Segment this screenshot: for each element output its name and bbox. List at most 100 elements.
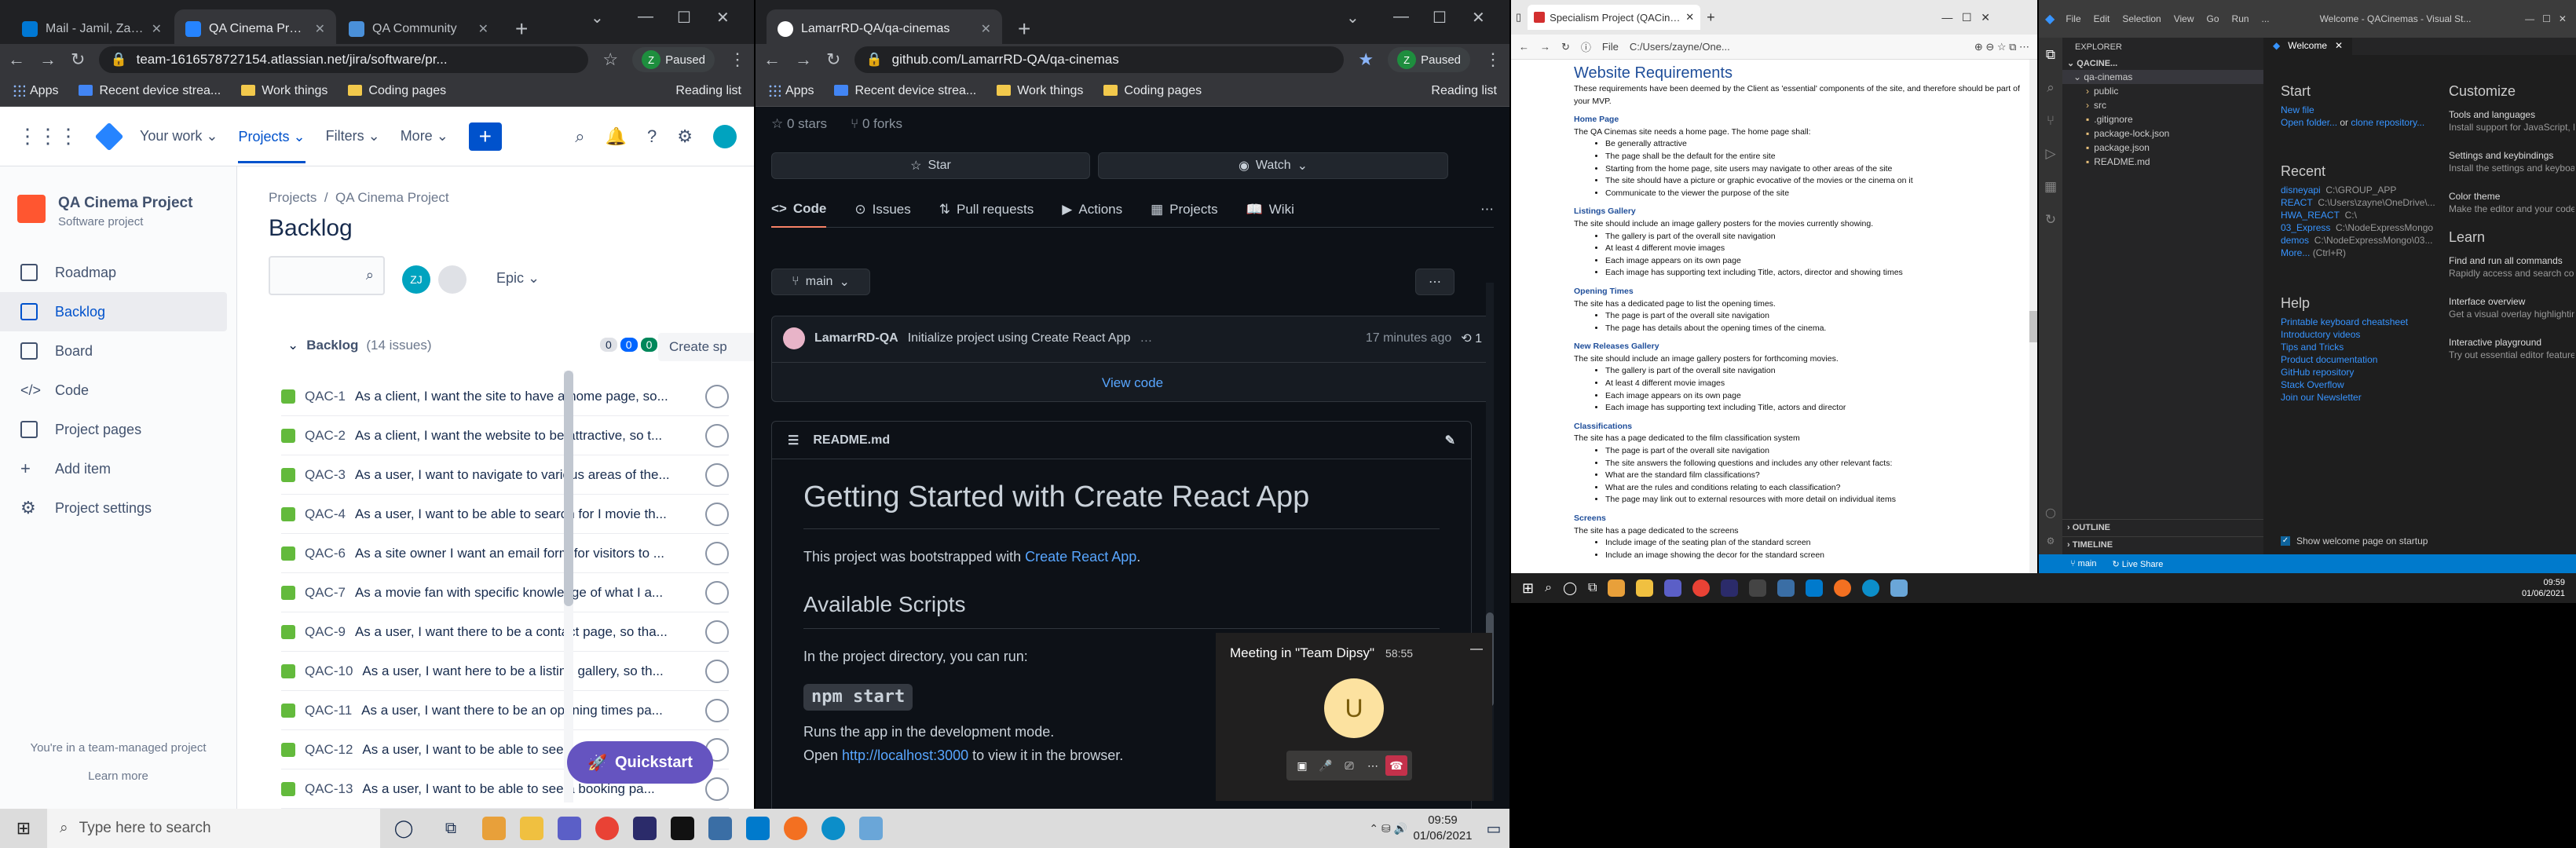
tab-github[interactable]: LamarrRD-QA/qa-cinemas ✕ xyxy=(767,9,1002,49)
filters-menu[interactable]: Filters ⌄ xyxy=(326,128,380,144)
edge-icon[interactable] xyxy=(1862,579,1880,597)
list-item[interactable]: HWA_REACT C:\ xyxy=(2281,209,2438,221)
table-row[interactable]: QAC-6 As a site owner I want an email for… xyxy=(281,534,729,573)
bookmark-recent[interactable]: Recent device strea... xyxy=(834,84,976,98)
table-row[interactable]: QAC-3 As a user, I want to navigate to va… xyxy=(281,455,729,495)
menu-item[interactable]: File xyxy=(2066,13,2080,24)
help-link[interactable]: Printable keyboard cheatsheet xyxy=(2281,316,2438,328)
scrollbar[interactable] xyxy=(564,371,573,802)
table-row[interactable]: QAC-4 As a user, I want to be able to sea… xyxy=(281,495,729,534)
app-switcher-icon[interactable]: ⋮⋮⋮ xyxy=(17,124,79,148)
file-explorer-icon[interactable] xyxy=(1636,579,1654,597)
url-field[interactable]: 🔒 team-1616578727154.atlassian.net/jira/s… xyxy=(99,46,589,73)
workspace-root[interactable]: ⌄ QACINE... xyxy=(2062,57,2263,70)
forks-link[interactable]: ⑂ 0 forks xyxy=(851,116,902,132)
watch-button[interactable]: ◉ Watch ⌄ xyxy=(1098,152,1448,179)
walkthrough-item[interactable]: Interface overview Get a visual overlay h… xyxy=(2449,295,2574,320)
assignee-avatar[interactable] xyxy=(705,698,729,722)
assignee-avatar[interactable] xyxy=(705,580,729,605)
task-view-icon[interactable]: ⧉ xyxy=(427,820,474,838)
tab-code[interactable]: <> Code xyxy=(771,192,827,228)
list-item[interactable]: › public xyxy=(2062,84,2263,98)
scrollbar[interactable] xyxy=(2029,60,2037,573)
postman-icon[interactable] xyxy=(1834,579,1852,597)
list-icon[interactable]: ☰ xyxy=(788,433,799,448)
list-item[interactable]: ▪ .gitignore xyxy=(2062,112,2263,126)
teams-icon[interactable] xyxy=(558,817,581,840)
tab-issues[interactable]: ⊙ Issues xyxy=(854,202,910,217)
tab-search-icon[interactable]: ⌄ xyxy=(1346,8,1359,27)
explorer-icon[interactable]: ⧉ xyxy=(2046,47,2055,63)
close-window-button[interactable]: ✕ xyxy=(1472,8,1485,27)
help-link[interactable]: Product documentation xyxy=(2281,353,2438,366)
source-control-icon[interactable]: ⑂ xyxy=(2047,113,2055,129)
sidebar-item-project-settings[interactable]: ⚙ Project settings xyxy=(0,488,236,528)
bookmark-apps[interactable]: Apps xyxy=(768,84,814,98)
obs-icon[interactable] xyxy=(1721,579,1739,597)
app-icon[interactable] xyxy=(1608,579,1626,597)
backlog-section-header[interactable]: ⌄ Backlog (14 issues) xyxy=(287,338,432,353)
account-icon[interactable]: ◯ xyxy=(2045,507,2055,518)
system-tray-icons[interactable]: ⌃ ⛁ 🔊 xyxy=(1369,822,1407,835)
table-row[interactable]: QAC-10 As a user, I want here to be a lis… xyxy=(281,652,729,691)
app-icon[interactable] xyxy=(1890,579,1908,597)
assignee-avatar[interactable] xyxy=(705,502,729,526)
new-tab-button[interactable]: + xyxy=(501,9,542,49)
search-icon[interactable]: ⌕ xyxy=(1545,581,1552,595)
bookmark-coding-pages[interactable]: Coding pages xyxy=(1103,84,1202,98)
live-share-icon[interactable]: ↻ xyxy=(2045,212,2056,228)
list-item[interactable]: demos C:\NodeExpressMongo\03... xyxy=(2281,234,2438,247)
assignee-avatar[interactable] xyxy=(705,423,729,448)
forward-icon[interactable]: → xyxy=(39,49,57,70)
edge-icon[interactable] xyxy=(821,817,845,840)
table-row[interactable]: QAC-7 As a movie fan with specific knowle… xyxy=(281,573,729,612)
bookmark-work-things[interactable]: Work things xyxy=(241,84,327,98)
help-link[interactable]: Introductory videos xyxy=(2281,328,2438,341)
profile-button[interactable]: Z Paused xyxy=(632,47,715,72)
back-icon[interactable]: ← xyxy=(8,49,25,70)
more-icon[interactable]: ⋯ xyxy=(1480,202,1494,217)
reload-icon[interactable]: ↻ xyxy=(826,49,840,70)
new-tab-button[interactable]: + xyxy=(1707,9,1715,26)
list-item[interactable]: REACT C:\Users\zayne\OneDrive\... xyxy=(2281,196,2438,209)
backlog-search-input[interactable]: ⌕ xyxy=(269,256,385,295)
history-icon[interactable]: ⟲ 1 xyxy=(1461,331,1482,346)
assignee-avatar[interactable] xyxy=(705,462,729,487)
your-work-menu[interactable]: Your work ⌄ xyxy=(140,128,218,144)
reload-icon[interactable]: ↻ xyxy=(71,49,85,70)
sidebar-item-add-item[interactable]: + Add item xyxy=(0,449,236,488)
camera-off-icon[interactable]: ▣ xyxy=(1291,755,1313,776)
menu-icon[interactable]: ⋮ xyxy=(1484,49,1502,70)
menu-item[interactable]: ... xyxy=(2262,13,2270,24)
taskbar-search[interactable]: ⌕ Type here to search xyxy=(47,809,380,848)
menu-item[interactable]: Edit xyxy=(2094,13,2110,24)
maximize-button[interactable]: ☐ xyxy=(1433,8,1447,27)
minimize-button[interactable]: — xyxy=(1470,642,1483,656)
avatar[interactable] xyxy=(713,124,737,148)
help-link[interactable]: GitHub repository xyxy=(2281,366,2438,378)
assignee-avatar[interactable] xyxy=(705,620,729,644)
branch-selector[interactable]: ⑂ main ⌄ xyxy=(771,269,870,295)
reload-icon[interactable]: ↻ xyxy=(1561,41,1570,53)
maximize-button[interactable]: ☐ xyxy=(677,8,691,27)
tab-search-icon[interactable]: ⌄ xyxy=(591,8,604,27)
quickstart-button[interactable]: 🚀 Quickstart xyxy=(567,741,713,784)
table-row[interactable]: QAC-2 As a client, I want the website to … xyxy=(281,416,729,455)
sidebar-icon[interactable]: ▯ xyxy=(1516,11,1521,24)
menu-item[interactable]: Run xyxy=(2232,13,2249,24)
live-share-status[interactable]: ↻ Live Share xyxy=(2113,559,2164,569)
bookmark-apps[interactable]: Apps xyxy=(13,84,58,98)
search-icon[interactable]: ⌕ xyxy=(575,126,584,147)
walkthrough-item[interactable]: Settings and keybindings Install the sett… xyxy=(2449,149,2574,174)
toolbar-icons[interactable]: ⊕ ⊖ ☆ ⧉ ⋯ xyxy=(1974,41,2029,53)
clone-repo-link[interactable]: clone repository... xyxy=(2351,117,2424,128)
close-icon[interactable]: ✕ xyxy=(478,21,488,37)
url-field[interactable]: C:/Users/zayne/One... xyxy=(1630,41,1730,53)
table-row[interactable]: QAC-11 As a user, I want there to be an o… xyxy=(281,691,729,730)
more-menu[interactable]: More ⌄ xyxy=(401,128,448,144)
list-item[interactable]: ▪ README.md xyxy=(2062,155,2263,169)
table-row[interactable]: QAC-1 As a client, I want the site to hav… xyxy=(281,377,729,416)
folder-qa-cinemas[interactable]: ⌄ qa-cinemas xyxy=(2062,70,2263,84)
forward-icon[interactable]: → xyxy=(1540,41,1550,53)
menu-icon[interactable]: ⋮ xyxy=(729,49,746,70)
